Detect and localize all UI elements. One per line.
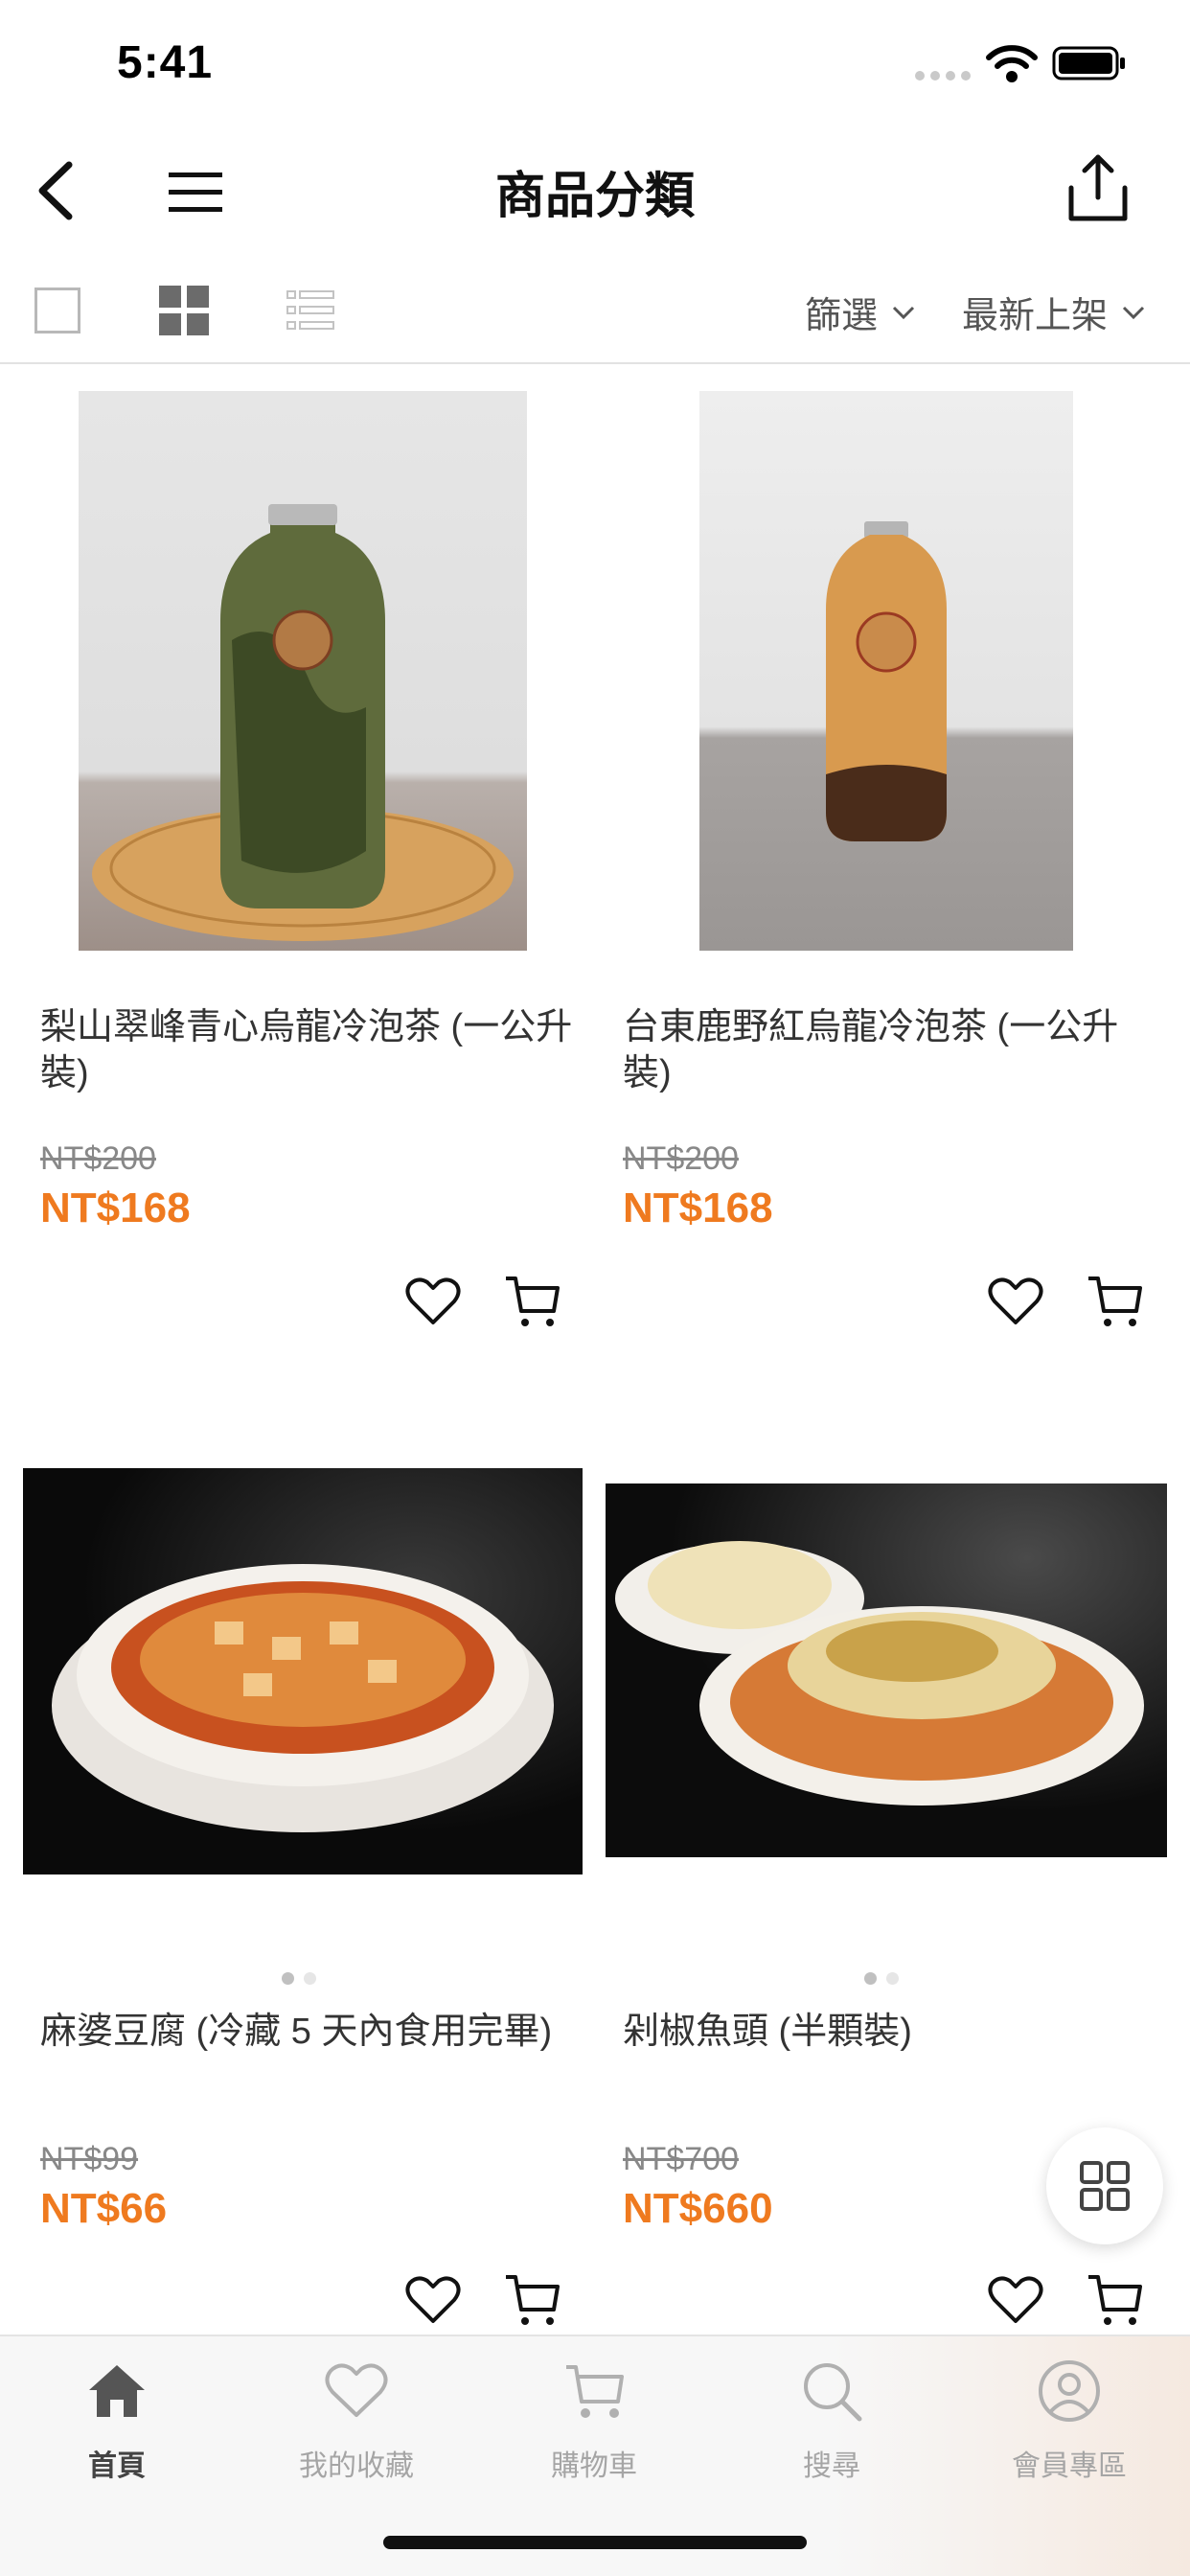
home-indicator	[383, 2536, 807, 2549]
original-price: NT$200	[40, 1140, 156, 1177]
product-name[interactable]: 梨山翠峰青心烏龍冷泡茶 (一公升裝)	[40, 1004, 577, 1096]
view-toolbar: 篩選 最新上架	[0, 268, 1190, 364]
product-image[interactable]	[606, 1484, 1167, 1857]
sale-price: NT$66	[40, 2185, 168, 2232]
status-bar: 5:41	[0, 0, 1190, 125]
sort-label: 最新上架	[962, 296, 1109, 336]
tab-home[interactable]: 首頁	[31, 2358, 203, 2484]
tab-member[interactable]: 會員專區	[983, 2358, 1156, 2484]
product-card[interactable]: 台東鹿野紅烏龍冷泡茶 (一公升裝) NT$200 NT$168	[604, 383, 1179, 1342]
sale-price: NT$168	[40, 1184, 191, 1231]
chevron-down-icon	[1122, 306, 1145, 319]
heart-icon	[325, 2363, 388, 2417]
cart-icon	[566, 2365, 624, 2418]
tab-label: 購物車	[551, 2450, 637, 2482]
favorite-icon[interactable]	[987, 1275, 1044, 1328]
add-to-cart-icon[interactable]	[502, 1273, 563, 1330]
sale-price: NT$660	[623, 2185, 773, 2232]
product-image[interactable]	[23, 1468, 583, 1874]
image-pagination	[282, 1972, 316, 1985]
filter-label: 篩選	[805, 296, 879, 336]
original-price: NT$99	[40, 2141, 139, 2177]
single-view-icon[interactable]	[34, 288, 80, 334]
image-pagination	[864, 1972, 899, 1985]
add-to-cart-icon[interactable]	[1085, 2271, 1146, 2329]
tab-label: 會員專區	[1012, 2450, 1127, 2482]
original-price: NT$700	[623, 2141, 739, 2177]
list-view-icon[interactable]	[286, 288, 335, 334]
category-grid-button[interactable]	[1046, 2128, 1163, 2244]
user-icon	[1039, 2360, 1100, 2422]
favorite-icon[interactable]	[404, 2273, 462, 2327]
product-name[interactable]: 剁椒魚頭 (半顆裝)	[623, 2009, 1159, 2055]
chevron-down-icon	[892, 306, 915, 319]
product-name[interactable]: 台東鹿野紅烏龍冷泡茶 (一公升裝)	[623, 1004, 1159, 1096]
product-image[interactable]	[699, 391, 1073, 951]
favorite-icon[interactable]	[404, 1275, 462, 1328]
tab-label: 搜尋	[803, 2450, 860, 2482]
grid-view-icon[interactable]	[159, 286, 209, 335]
battery-icon	[1052, 46, 1125, 80]
tab-favorites[interactable]: 我的收藏	[270, 2358, 443, 2484]
share-icon[interactable]	[1065, 151, 1131, 224]
product-card[interactable]: 麻婆豆腐 (冷藏 5 天內食用完畢) NT$99 NT$66	[21, 1457, 596, 2338]
product-card[interactable]: 梨山翠峰青心烏龍冷泡茶 (一公升裝) NT$200 NT$168	[21, 383, 596, 1342]
product-image[interactable]	[79, 391, 527, 951]
tab-search[interactable]: 搜尋	[745, 2358, 918, 2484]
status-time: 5:41	[117, 37, 214, 88]
wifi-icon	[986, 45, 1038, 82]
home-icon	[89, 2365, 145, 2417]
filter-dropdown[interactable]: 篩選	[805, 286, 916, 338]
original-price: NT$200	[623, 1140, 739, 1177]
product-name[interactable]: 麻婆豆腐 (冷藏 5 天內食用完畢)	[40, 2009, 577, 2055]
page-title: 商品分類	[494, 169, 695, 224]
tab-label: 我的收藏	[299, 2450, 414, 2482]
navigation-bar: 商品分類	[0, 144, 1190, 240]
tab-label: 首頁	[88, 2450, 146, 2482]
add-to-cart-icon[interactable]	[502, 2271, 563, 2329]
add-to-cart-icon[interactable]	[1085, 1273, 1146, 1330]
sale-price: NT$168	[623, 1184, 773, 1231]
search-icon	[804, 2363, 862, 2422]
favorite-icon[interactable]	[987, 2273, 1044, 2327]
cellular-signal-icon	[915, 71, 971, 80]
grid-icon	[1080, 2161, 1130, 2211]
sort-dropdown[interactable]: 最新上架	[962, 286, 1146, 338]
tab-cart[interactable]: 購物車	[508, 2358, 680, 2484]
